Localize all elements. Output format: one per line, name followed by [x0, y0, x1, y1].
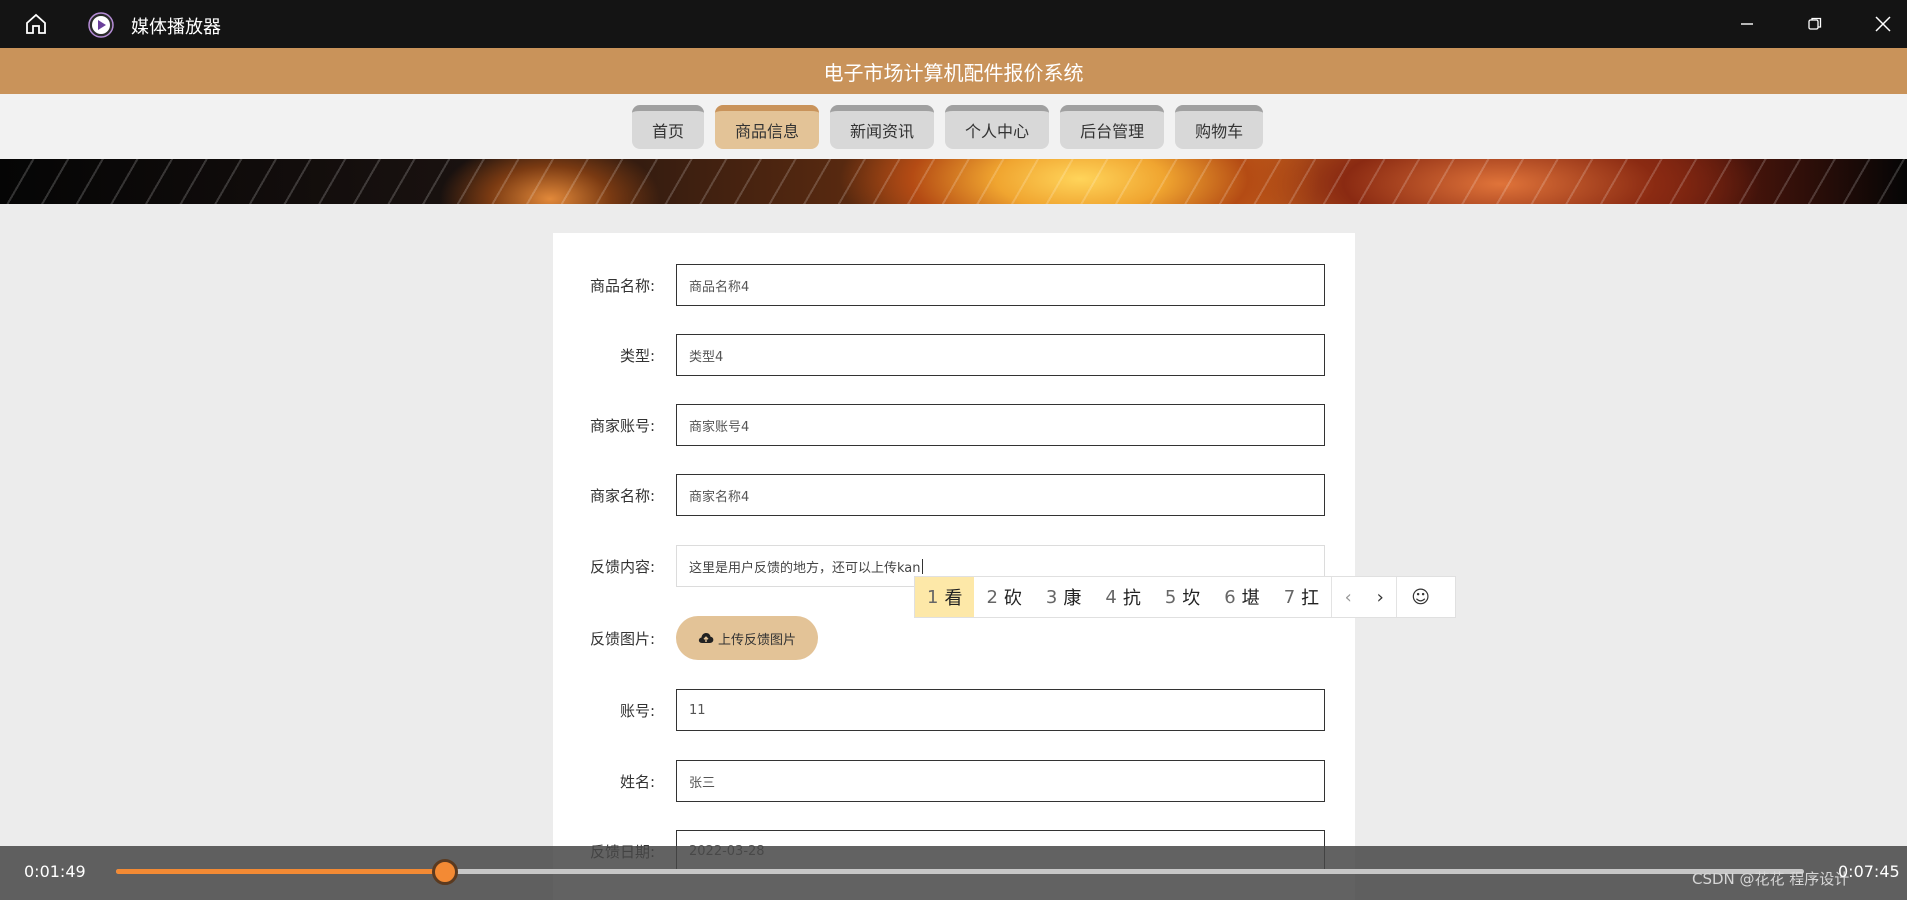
nav-list: 首页 商品信息 新闻资讯 个人中心 后台管理 购物车 [632, 105, 1264, 149]
restore-icon [1808, 17, 1822, 30]
upload-button-label: 上传反馈图片 [717, 632, 796, 648]
ime-candidate[interactable]: 2砍 [974, 577, 1033, 617]
ime-next-page-icon[interactable]: › [1364, 577, 1396, 617]
type-value: 类型4 [689, 349, 724, 365]
product-name-value: 商品名称4 [689, 279, 750, 295]
account-label: 账号: [619, 702, 655, 720]
window-title: 媒体播放器 [131, 17, 221, 38]
merchant-account-value: 商家账号4 [689, 419, 750, 435]
emoji-icon[interactable]: ☺ [1396, 577, 1444, 617]
ime-candidate-bar: 1看 2砍 3康 4抗 5坎 6堪 7扛 ‹ › ☺ [914, 576, 1456, 618]
name-input[interactable]: 张三 [676, 760, 1325, 802]
upload-feedback-image-button[interactable]: 上传反馈图片 [676, 616, 818, 660]
close-button[interactable] [1869, 10, 1897, 38]
watermark: CSDN @花花 程序设计 [1692, 870, 1850, 888]
text-caret [921, 558, 923, 574]
media-player-controls: 0:01:49 CSDN @花花 程序设计 0:07:45 [0, 846, 1907, 900]
name-label: 姓名: [619, 773, 655, 791]
form-row-merchant-account: 商家账号: 商家账号4 [553, 404, 1355, 446]
product-name-label: 商品名称: [589, 277, 655, 295]
ime-candidate[interactable]: 4抗 [1093, 577, 1152, 617]
nav-item-news[interactable]: 新闻资讯 [830, 105, 935, 149]
type-label: 类型: [619, 347, 655, 365]
feedback-content-label: 反馈内容: [589, 558, 655, 576]
form-row-name: 姓名: 张三 [553, 760, 1355, 802]
site-header: 电子市场计算机配件报价系统 [0, 48, 1907, 94]
seek-bar-progress [116, 869, 446, 874]
nav-item-profile[interactable]: 个人中心 [945, 105, 1050, 149]
current-time: 0:01:49 [24, 862, 86, 881]
nav-bar: 首页 商品信息 新闻资讯 个人中心 后台管理 购物车 [0, 94, 1907, 159]
form-row-account: 账号: 11 [553, 689, 1355, 731]
play-circle-icon [88, 12, 114, 38]
nav-item-cart[interactable]: 购物车 [1175, 105, 1264, 149]
feedback-content-value: 这里是用户反馈的地方，还可以上传kan [689, 560, 921, 576]
form-row-product-name: 商品名称: 商品名称4 [553, 264, 1355, 306]
nav-item-admin[interactable]: 后台管理 [1060, 105, 1165, 149]
ime-candidate[interactable]: 5坎 [1153, 577, 1212, 617]
cloud-upload-icon [698, 633, 714, 643]
minimize-icon [1741, 23, 1753, 25]
type-input[interactable]: 类型4 [676, 334, 1325, 376]
ime-candidate[interactable]: 3康 [1034, 577, 1093, 617]
home-button[interactable] [22, 10, 50, 38]
total-time: 0:07:45 [1838, 862, 1900, 881]
title-bar: 媒体播放器 [0, 0, 1907, 48]
banner-image [0, 159, 1907, 204]
feedback-image-label: 反馈图片: [589, 630, 655, 648]
seek-bar-thumb[interactable] [432, 859, 459, 885]
product-name-input[interactable]: 商品名称4 [676, 264, 1325, 306]
site-title: 电子市场计算机配件报价系统 [823, 60, 1084, 85]
ime-prev-page-icon[interactable]: ‹ [1332, 577, 1364, 617]
form-row-feedback-image: 反馈图片: 上传反馈图片 [553, 616, 1355, 660]
account-value: 11 [689, 702, 706, 718]
merchant-account-input[interactable]: 商家账号4 [676, 404, 1325, 446]
seek-bar[interactable] [116, 859, 1804, 885]
name-value: 张三 [689, 775, 716, 791]
account-input[interactable]: 11 [676, 689, 1325, 731]
nav-item-products[interactable]: 商品信息 [715, 105, 820, 149]
minimize-button[interactable] [1733, 10, 1761, 38]
merchant-name-value: 商家名称4 [689, 489, 750, 505]
restore-button[interactable] [1801, 10, 1829, 38]
feedback-form: 商品名称: 商品名称4 类型: 类型4 商家账号: 商家账号4 商家名称: 商家… [553, 233, 1355, 900]
ime-candidate[interactable]: 6堪 [1212, 577, 1271, 617]
close-icon [1875, 16, 1891, 32]
ime-candidate[interactable]: 7扛 [1272, 577, 1331, 617]
form-row-merchant-name: 商家名称: 商家名称4 [553, 474, 1355, 516]
merchant-account-label: 商家账号: [589, 417, 655, 435]
merchant-name-label: 商家名称: [589, 487, 655, 505]
home-icon [26, 13, 46, 34]
form-row-type: 类型: 类型4 [553, 334, 1355, 376]
nav-item-home[interactable]: 首页 [632, 105, 705, 149]
merchant-name-input[interactable]: 商家名称4 [676, 474, 1325, 516]
ime-candidate[interactable]: 1看 [915, 577, 975, 617]
